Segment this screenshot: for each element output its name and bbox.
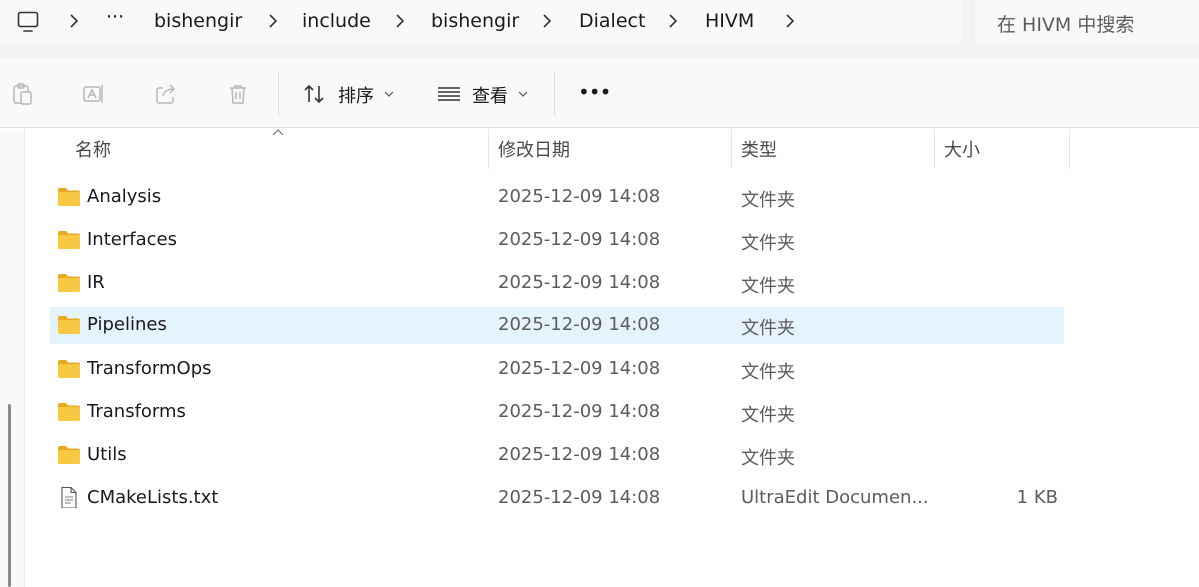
file-name: Transforms (87, 401, 186, 422)
chevron-right-icon[interactable] (784, 13, 796, 29)
folder-icon (57, 187, 81, 207)
chevron-right-icon[interactable] (667, 13, 679, 29)
file-name: Pipelines (87, 314, 167, 335)
file-size: 1 KB (1016, 487, 1058, 508)
delete-icon[interactable] (226, 82, 250, 106)
file-row[interactable]: Pipelines 2025-12-09 14:08 文件夹 (50, 307, 1064, 344)
file-modified: 2025-12-09 14:08 (498, 272, 661, 293)
file-type: 文件夹 (741, 448, 795, 469)
file-type: 文件夹 (741, 318, 795, 339)
navigation-pane (0, 129, 25, 587)
rename-icon[interactable] (82, 82, 106, 106)
file-name: CMakeLists.txt (87, 487, 219, 508)
breadcrumb-include[interactable]: include (302, 10, 371, 32)
chevron-down-icon[interactable] (518, 91, 528, 97)
folder-icon (57, 402, 81, 422)
file-row[interactable]: TransformOps 2025-12-09 14:08 文件夹 (50, 351, 1064, 388)
folder-icon (57, 359, 81, 379)
file-name: IR (87, 272, 105, 293)
column-divider[interactable] (934, 129, 935, 169)
file-type: 文件夹 (741, 276, 795, 297)
share-icon[interactable] (154, 82, 178, 106)
search-input[interactable]: 在 HIVM 中搜索 (975, 0, 1199, 45)
text-file-icon (57, 486, 81, 509)
file-type: UltraEdit Documen... (741, 487, 929, 508)
folder-icon (57, 230, 81, 250)
file-row[interactable]: Analysis 2025-12-09 14:08 文件夹 (50, 179, 1064, 216)
file-row[interactable]: Transforms 2025-12-09 14:08 文件夹 (50, 394, 1064, 431)
chevron-right-icon[interactable] (541, 13, 553, 29)
file-row[interactable]: CMakeLists.txt 2025-12-09 14:08 UltraEdi… (50, 480, 1064, 517)
file-row[interactable]: IR 2025-12-09 14:08 文件夹 (50, 265, 1064, 302)
column-header-name[interactable]: 名称 (75, 136, 111, 162)
folder-icon (57, 315, 81, 335)
file-modified: 2025-12-09 14:08 (498, 186, 661, 207)
file-name: TransformOps (87, 358, 212, 379)
sort-button[interactable]: 排序 (338, 82, 374, 108)
breadcrumb-bishengir-2[interactable]: bishengir (431, 10, 519, 32)
file-name: Utils (87, 444, 127, 465)
file-modified: 2025-12-09 14:08 (498, 444, 661, 465)
toolbar-separator (554, 72, 555, 116)
column-divider[interactable] (488, 129, 489, 169)
breadcrumb-hivm[interactable]: HIVM (705, 10, 754, 32)
file-name: Analysis (87, 186, 162, 207)
address-bar[interactable]: ··· bishengir include bishengir Dialect … (0, 0, 962, 45)
file-type: 文件夹 (741, 190, 795, 211)
file-name: Interfaces (87, 229, 177, 250)
file-type: 文件夹 (741, 233, 795, 254)
command-bar: 排序 查看 ••• (0, 58, 1199, 128)
chevron-down-icon[interactable] (384, 91, 394, 97)
file-modified: 2025-12-09 14:08 (498, 401, 661, 422)
address-area: ··· bishengir include bishengir Dialect … (0, 0, 1199, 58)
column-divider[interactable] (731, 129, 732, 169)
paste-icon[interactable] (10, 82, 34, 106)
column-divider[interactable] (1069, 129, 1070, 169)
view-icon[interactable] (437, 82, 461, 106)
file-modified: 2025-12-09 14:08 (498, 487, 661, 508)
file-row[interactable]: Interfaces 2025-12-09 14:08 文件夹 (50, 222, 1064, 259)
search-placeholder: 在 HIVM 中搜索 (997, 14, 1135, 36)
chevron-right-icon[interactable] (68, 13, 80, 29)
file-type: 文件夹 (741, 362, 795, 383)
chevron-right-icon[interactable] (267, 13, 279, 29)
more-options-button[interactable]: ••• (578, 80, 611, 104)
chevron-right-icon[interactable] (394, 13, 406, 29)
sort-icon[interactable] (302, 82, 326, 106)
breadcrumb-dialect[interactable]: Dialect (579, 10, 645, 32)
breadcrumb-overflow[interactable]: ··· (106, 6, 124, 28)
file-modified: 2025-12-09 14:08 (498, 314, 661, 335)
column-header-modified[interactable]: 修改日期 (498, 136, 570, 162)
sort-ascending-icon (272, 129, 284, 136)
breadcrumb-bishengir[interactable]: bishengir (154, 10, 242, 32)
column-header-size[interactable]: 大小 (944, 136, 980, 162)
scrollbar-thumb[interactable] (8, 404, 11, 587)
this-pc-icon[interactable] (16, 10, 40, 34)
column-header-type[interactable]: 类型 (741, 136, 777, 162)
file-row[interactable]: Utils 2025-12-09 14:08 文件夹 (50, 437, 1064, 474)
file-type: 文件夹 (741, 405, 795, 426)
file-modified: 2025-12-09 14:08 (498, 358, 661, 379)
folder-icon (57, 273, 81, 293)
folder-icon (57, 445, 81, 465)
file-modified: 2025-12-09 14:08 (498, 229, 661, 250)
view-button[interactable]: 查看 (472, 82, 508, 108)
toolbar-separator (278, 72, 279, 116)
